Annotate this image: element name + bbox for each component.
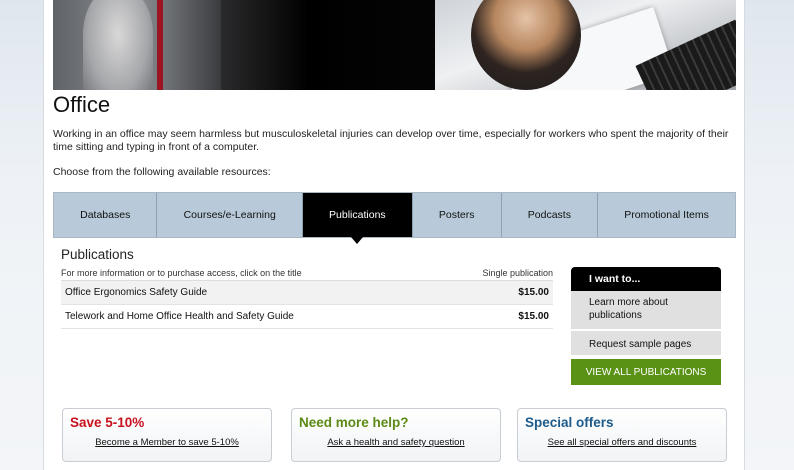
learn-more-link[interactable]: Learn more about publications — [571, 291, 721, 331]
hero-dark-center — [221, 0, 441, 90]
promo-title: Save 5-10% — [70, 415, 145, 430]
table-row[interactable]: Telework and Home Office Health and Safe… — [61, 305, 553, 329]
info-text: For more information or to purchase acce… — [61, 268, 302, 278]
tab-courses[interactable]: Courses/e-Learning — [157, 193, 303, 237]
tab-databases[interactable]: Databases — [54, 193, 158, 237]
page-title: Office — [53, 92, 111, 117]
tab-podcasts[interactable]: Podcasts — [501, 193, 599, 237]
page-container: Office Working in an office may seem har… — [43, 0, 745, 470]
intro-text: Working in an office may seem harmless b… — [53, 128, 729, 153]
promo-link[interactable]: Ask a health and safety question — [292, 437, 500, 448]
choose-text: Choose from the following available reso… — [53, 166, 271, 178]
promo-link[interactable]: See all special offers and discounts — [518, 437, 726, 448]
hero-red-accent — [157, 0, 163, 90]
tab-publications[interactable]: Publications — [302, 193, 413, 244]
publication-price: $15.00 — [518, 311, 549, 322]
promo-link[interactable]: Become a Member to save 5-10% — [63, 437, 271, 448]
publication-price: $15.00 — [518, 287, 549, 298]
hero-person-back-pain — [83, 0, 153, 90]
tab-posters[interactable]: Posters — [412, 193, 502, 237]
promo-help: Need more help? Ask a health and safety … — [291, 408, 501, 462]
publications-table-header: For more information or to purchase acce… — [61, 268, 553, 281]
publications-heading: Publications — [61, 247, 134, 262]
promo-special-offers: Special offers See all special offers an… — [517, 408, 727, 462]
resource-tabs: Databases Courses/e-Learning Publication… — [53, 192, 736, 244]
promo-title: Special offers — [525, 415, 614, 430]
promo-title: Need more help? — [299, 415, 409, 430]
request-sample-link[interactable]: Request sample pages — [571, 331, 721, 357]
tab-promotional-items[interactable]: Promotional Items — [598, 193, 735, 237]
hero-banner-image — [53, 0, 736, 90]
promo-save: Save 5-10% Become a Member to save 5-10% — [62, 408, 272, 462]
table-row[interactable]: Office Ergonomics Safety Guide $15.00 — [61, 281, 553, 305]
i-want-to-heading: I want to... — [571, 267, 721, 291]
publication-title-link[interactable]: Telework and Home Office Health and Safe… — [65, 311, 294, 322]
i-want-to-box: I want to... Learn more about publicatio… — [571, 267, 721, 385]
column-header-single: Single publication — [482, 268, 553, 278]
publication-title-link[interactable]: Office Ergonomics Safety Guide — [65, 287, 207, 298]
view-all-publications-button[interactable]: VIEW ALL PUBLICATIONS — [571, 359, 721, 385]
